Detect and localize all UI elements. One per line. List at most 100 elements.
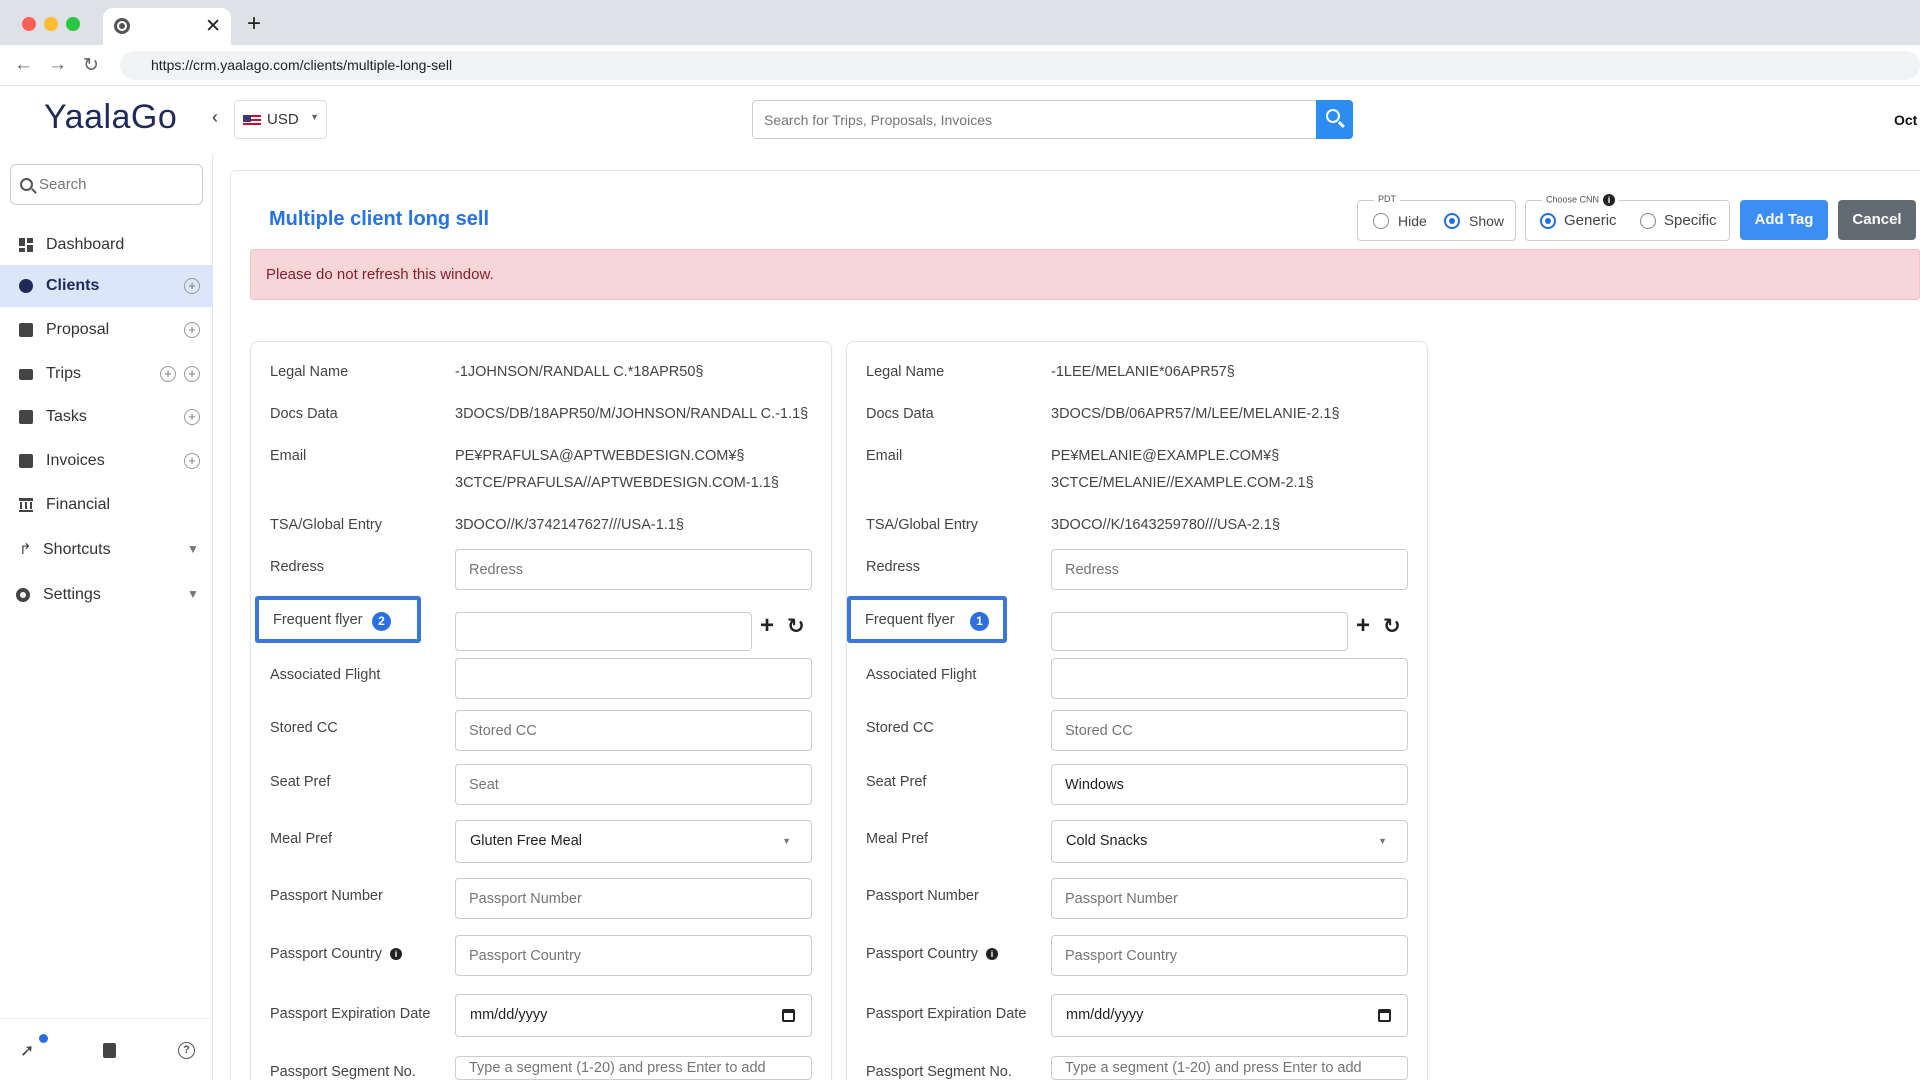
info-icon[interactable]: i (986, 948, 999, 961)
rocket-icon[interactable]: ➚ (20, 1041, 34, 1061)
sidebar-item-tasks[interactable]: Tasks + (0, 396, 213, 438)
new-tab-button[interactable]: + (247, 10, 261, 38)
sidebar-item-clients[interactable]: Clients + (0, 265, 213, 307)
add-frequent-flyer-icon[interactable]: + (760, 612, 774, 640)
document-icon[interactable] (103, 1043, 116, 1058)
add-trip-icon[interactable]: + (160, 366, 176, 382)
email-label: Email (866, 448, 903, 464)
meal-pref-select[interactable]: Gluten Free Meal ▼ (455, 820, 812, 863)
sidebar-item-label: Tasks (46, 408, 87, 425)
email-value-line2: 3CTCE/PRAFULSA//APTWEBDESIGN.COM-1.1§ (455, 475, 779, 491)
sidebar-item-proposal[interactable]: Proposal + (0, 309, 213, 351)
passport-country-input[interactable] (455, 935, 812, 976)
seat-pref-label: Seat Pref (866, 774, 927, 790)
global-search-input[interactable] (752, 100, 1317, 139)
currency-select[interactable]: USD ▼ (234, 100, 327, 139)
minimize-window-button[interactable] (44, 17, 58, 31)
passport-number-input[interactable] (1051, 878, 1408, 919)
chevron-down-icon[interactable]: ▼ (187, 542, 199, 556)
chevron-down-icon[interactable]: ▼ (187, 587, 199, 601)
add-tag-button[interactable]: Add Tag (1740, 200, 1828, 240)
back-arrow-icon[interactable]: ← (14, 54, 33, 76)
pdt-show-radio[interactable] (1444, 213, 1460, 229)
meal-pref-value: Gluten Free Meal (470, 833, 583, 849)
redress-input[interactable] (455, 549, 812, 590)
passport-expiration-date-input[interactable]: mm/dd/yyyy (455, 994, 812, 1037)
forward-arrow-icon[interactable]: → (48, 54, 67, 76)
global-search-button[interactable] (1316, 100, 1353, 139)
sidebar-item-label: Clients (46, 277, 100, 294)
associated-flight-input[interactable] (1051, 658, 1408, 699)
cnn-specific-radio[interactable] (1640, 213, 1656, 229)
sidebar-item-label: Dashboard (46, 236, 125, 253)
seat-pref-input[interactable] (455, 764, 812, 805)
passport-segment-label: Passport Segment No. (866, 1064, 1012, 1080)
search-icon (20, 178, 33, 191)
email-label: Email (270, 448, 307, 464)
calendar-icon[interactable] (782, 1009, 795, 1022)
stored-cc-label: Stored CC (866, 720, 934, 736)
add-trip-alt-icon[interactable]: + (184, 366, 200, 382)
stored-cc-input[interactable] (455, 710, 812, 751)
meal-pref-select[interactable]: Cold Snacks ▼ (1051, 820, 1408, 863)
cnn-choice-group: Choose CNN i Generic Specific (1525, 194, 1730, 241)
us-flag-icon (243, 115, 261, 127)
redress-input[interactable] (1051, 549, 1408, 590)
passport-country-label-wrap: Passport Country i (866, 946, 999, 962)
frequent-flyer-input[interactable] (455, 612, 752, 651)
add-task-icon[interactable]: + (184, 409, 200, 425)
sidebar-item-shortcuts[interactable]: ↱ Shortcuts ▼ (0, 529, 213, 571)
associated-flight-input[interactable] (455, 658, 812, 699)
sidebar-item-label: Trips (46, 365, 81, 382)
frequent-flyer-highlight[interactable]: Frequent flyer 2 (255, 596, 421, 643)
sidebar-item-dashboard[interactable]: Dashboard (0, 224, 213, 266)
close-window-button[interactable] (22, 17, 36, 31)
maximize-window-button[interactable] (66, 17, 80, 31)
add-invoice-icon[interactable]: + (184, 453, 200, 469)
passport-number-input[interactable] (455, 878, 812, 919)
refresh-icon[interactable]: ↻ (1383, 614, 1401, 639)
passport-segment-input[interactable] (1051, 1056, 1408, 1080)
pdt-legend: PDT (1374, 194, 1400, 204)
passport-country-label: Passport Country (866, 946, 979, 962)
add-frequent-flyer-icon[interactable]: + (1356, 612, 1370, 640)
stored-cc-input[interactable] (1051, 710, 1408, 751)
refresh-icon[interactable]: ↻ (787, 614, 805, 639)
legal-name-value: -1LEE/MELANIE*06APR57§ (1051, 364, 1235, 380)
dashboard-icon (19, 238, 33, 252)
seat-pref-input[interactable] (1051, 764, 1408, 805)
pdt-hide-radio[interactable] (1373, 213, 1389, 229)
collapse-sidebar-button[interactable]: ‹ (204, 103, 226, 131)
passport-country-input[interactable] (1051, 935, 1408, 976)
info-icon[interactable]: i (1603, 194, 1616, 206)
tsa-value: 3DOCO//K/1643259780///USA-2.1§ (1051, 517, 1280, 533)
calendar-icon[interactable] (1378, 1009, 1391, 1022)
passport-expiration-date-input[interactable]: mm/dd/yyyy (1051, 994, 1408, 1037)
sidebar-item-financial[interactable]: Financial (0, 484, 213, 526)
frequent-flyer-label: Frequent flyer (865, 612, 955, 628)
add-client-icon[interactable]: + (184, 278, 200, 294)
frequent-flyer-input[interactable] (1051, 612, 1348, 651)
sidebar-item-invoices[interactable]: Invoices + (0, 440, 213, 482)
sidebar-item-settings[interactable]: Settings ▼ (0, 574, 213, 616)
info-icon[interactable]: i (390, 948, 403, 961)
sidebar-search-input[interactable] (10, 164, 203, 205)
url-field[interactable]: https://crm.yaalago.com/clients/multiple… (120, 51, 1920, 80)
cnn-generic-radio[interactable] (1540, 213, 1556, 229)
close-tab-icon[interactable]: ✕ (205, 15, 221, 38)
cancel-button[interactable]: Cancel (1838, 200, 1916, 240)
cnn-specific-label: Specific (1664, 212, 1717, 229)
legal-name-label: Legal Name (270, 364, 349, 380)
frequent-flyer-highlight[interactable]: Frequent flyer 1 (847, 596, 1007, 643)
browser-tab[interactable]: ✕ (103, 8, 231, 45)
reload-icon[interactable]: ↻ (83, 54, 99, 77)
app-logo[interactable]: YaalaGo (44, 98, 177, 137)
caret-down-icon: ▼ (310, 112, 319, 122)
help-icon[interactable]: ? (178, 1042, 195, 1059)
ticket-icon (19, 369, 33, 380)
passport-segment-input[interactable] (455, 1056, 812, 1080)
sidebar-item-trips[interactable]: Trips + + (0, 353, 213, 395)
date-placeholder: mm/dd/yyyy (1066, 1007, 1144, 1023)
tsa-label: TSA/Global Entry (270, 517, 383, 533)
add-proposal-icon[interactable]: + (184, 322, 200, 338)
